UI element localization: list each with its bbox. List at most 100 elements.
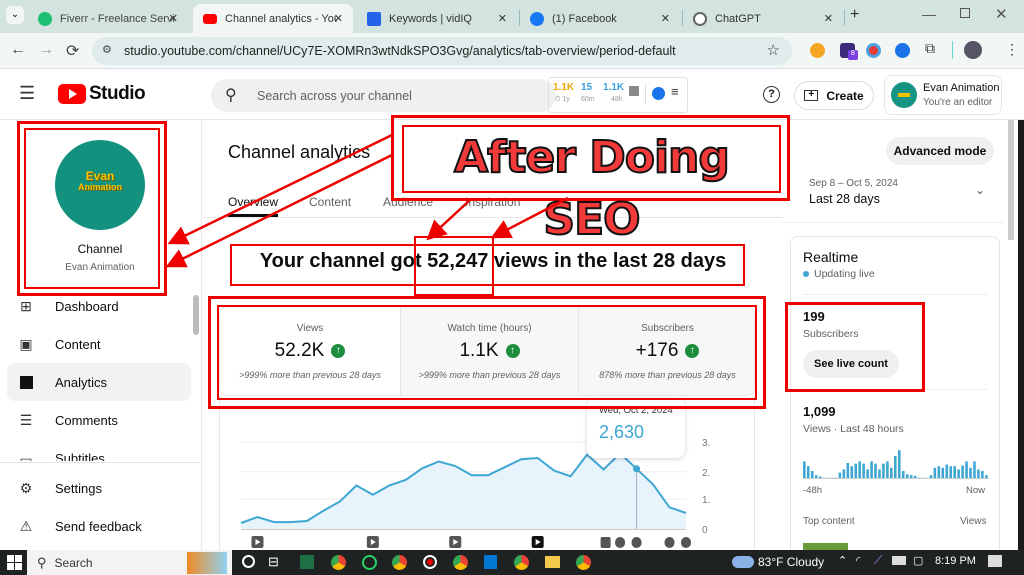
realtime-bar[interactable] [933,467,937,479]
realtime-views-bars[interactable] [803,447,989,479]
realtime-bar[interactable] [894,455,897,479]
realtime-bar[interactable] [854,463,858,479]
realtime-bar[interactable] [969,467,972,479]
realtime-bar[interactable] [886,461,889,479]
cortana-icon[interactable] [242,555,255,568]
realtime-bar[interactable] [965,461,968,479]
realtime-bar[interactable] [846,463,850,479]
realtime-bar[interactable] [977,469,980,479]
whatsapp-icon[interactable] [362,555,377,570]
youtube-studio-logo[interactable]: Studio [58,83,146,105]
close-tab-icon[interactable]: ✕ [334,12,343,25]
realtime-bar[interactable] [842,469,846,479]
close-tab-icon[interactable]: ✕ [498,12,507,25]
realtime-bar[interactable] [803,461,806,479]
realtime-bar[interactable] [806,466,810,479]
channel-avatar[interactable]: Evan Animation [55,140,145,230]
clock[interactable]: 8:19 PM [935,555,976,567]
short-published-marker[interactable] [681,537,691,548]
realtime-bar[interactable] [953,466,956,479]
see-live-count-button[interactable]: See live count [803,350,899,378]
chrome-icon[interactable] [514,555,529,570]
chrome-icon[interactable] [392,555,407,570]
chrome-icon[interactable] [453,555,468,570]
realtime-bar[interactable] [957,469,960,479]
sidebar-scrollbar[interactable] [193,295,199,335]
tab-search-button[interactable]: ⌄ [6,6,24,24]
chrome-icon[interactable] [576,555,591,570]
notifications-icon[interactable] [988,555,1002,567]
vidiq-logo-icon[interactable] [652,87,665,100]
hamburger-menu-icon[interactable]: ☰ [19,83,35,104]
realtime-bar[interactable] [874,463,877,479]
realtime-bar[interactable] [882,463,885,479]
close-tab-icon[interactable]: ✕ [824,12,833,25]
realtime-bar[interactable] [901,471,905,479]
recorder-icon[interactable] [423,555,437,569]
site-info-icon[interactable]: ⚙ [102,43,112,56]
realtime-bar[interactable] [949,466,952,479]
close-tab-icon[interactable]: ✕ [169,12,178,25]
sidebar-item-dashboard[interactable]: ⊞ Dashboard [7,287,191,325]
realtime-bar[interactable] [850,466,854,479]
reload-icon[interactable]: ⟳ [66,41,79,61]
pen-icon[interactable]: ⟋ [874,553,882,568]
video-published-marker[interactable] [600,537,611,548]
back-icon[interactable]: ← [10,41,26,59]
date-range-picker[interactable]: Sep 8 – Oct 5, 2024 Last 28 days ⌄ [800,175,995,215]
sidebar-item-comments[interactable]: ☰ Comments [7,401,191,439]
browser-tab-vidiq[interactable]: Keywords | vidIQ ✕ [357,4,517,33]
windows-start-icon[interactable] [7,555,22,570]
browser-tab-facebook[interactable]: (1) Facebook ✕ [520,4,680,33]
restore-icon[interactable] [960,8,970,18]
short-published-marker[interactable] [615,537,626,548]
page-scrollbar[interactable] [1008,120,1014,240]
vidiq-stats-widget[interactable]: 1.1K ⏱ 1y 15 60m 1.1K 48h ≡ [548,77,688,113]
close-window-icon[interactable]: ✕ [995,5,1008,23]
short-published-marker[interactable] [664,537,675,548]
profile-avatar[interactable] [964,41,982,59]
realtime-bar[interactable] [810,471,814,479]
weather-text[interactable]: 83°F Cloudy [758,555,824,569]
bookmark-star-icon[interactable]: ☆ [767,41,780,59]
browser-tab-fiverr[interactable]: Fiverr - Freelance Services ✕ [28,4,188,33]
browser-tab-youtube[interactable]: Channel analytics - YouTube ✕ [193,4,353,33]
realtime-bar[interactable] [945,464,949,479]
browser-tab-chatgpt[interactable]: ChatGPT ✕ [683,4,843,33]
vidiq-menu-icon[interactable]: ≡ [671,84,679,99]
short-published-marker[interactable] [631,537,642,548]
address-bar[interactable]: ⚙ studio.youtube.com/channel/UCy7E-XOMRn… [92,37,792,65]
vidiq-extension-icon[interactable] [895,43,910,58]
realtime-bar[interactable] [866,469,869,479]
advanced-mode-button[interactable]: Advanced mode [886,137,994,165]
extension-icon[interactable] [866,43,881,58]
sidebar-item-settings[interactable]: ⚙ Settings [7,469,191,507]
seo-extension-icon[interactable] [810,43,825,58]
forward-icon[interactable]: → [38,41,54,59]
extension-badge-icon[interactable]: 8 [840,43,858,60]
realtime-bar[interactable] [862,463,865,479]
new-tab-button[interactable]: + [850,6,859,24]
metric-watch-time[interactable]: Watch time (hours) 1.1K ↑ >999% more than… [400,307,578,395]
realtime-bar[interactable] [941,467,945,479]
realtime-bar[interactable] [870,461,873,479]
sidebar-item-content[interactable]: ▣ Content [7,325,191,363]
metric-views[interactable]: Views 52.2K ↑ >999% more than previous 28… [220,307,400,395]
realtime-bar[interactable] [858,461,861,479]
realtime-bar[interactable] [878,469,881,479]
data-point[interactable] [633,465,641,473]
tray-overflow-icon[interactable]: ⌃ [838,554,847,567]
close-tab-icon[interactable]: ✕ [661,12,670,25]
vidiq-chart-icon[interactable] [629,86,639,96]
tab-overview[interactable]: Overview [228,195,278,209]
account-switcher[interactable]: Evan Animation You're an editor [884,75,1002,115]
metric-subscribers[interactable]: Subscribers +176 ↑ 878% more than previou… [578,307,754,395]
meet-now-icon[interactable]: ▢ [913,554,923,567]
sidebar-item-subtitles[interactable]: ▭ Subtitles [7,439,191,461]
create-button[interactable]: + Create [794,81,874,110]
realtime-bar[interactable] [937,466,941,479]
tab-content[interactable]: Content [309,195,351,209]
minimize-icon[interactable]: — [922,6,936,22]
help-icon[interactable]: ? [763,86,780,103]
realtime-bar[interactable] [897,450,901,479]
